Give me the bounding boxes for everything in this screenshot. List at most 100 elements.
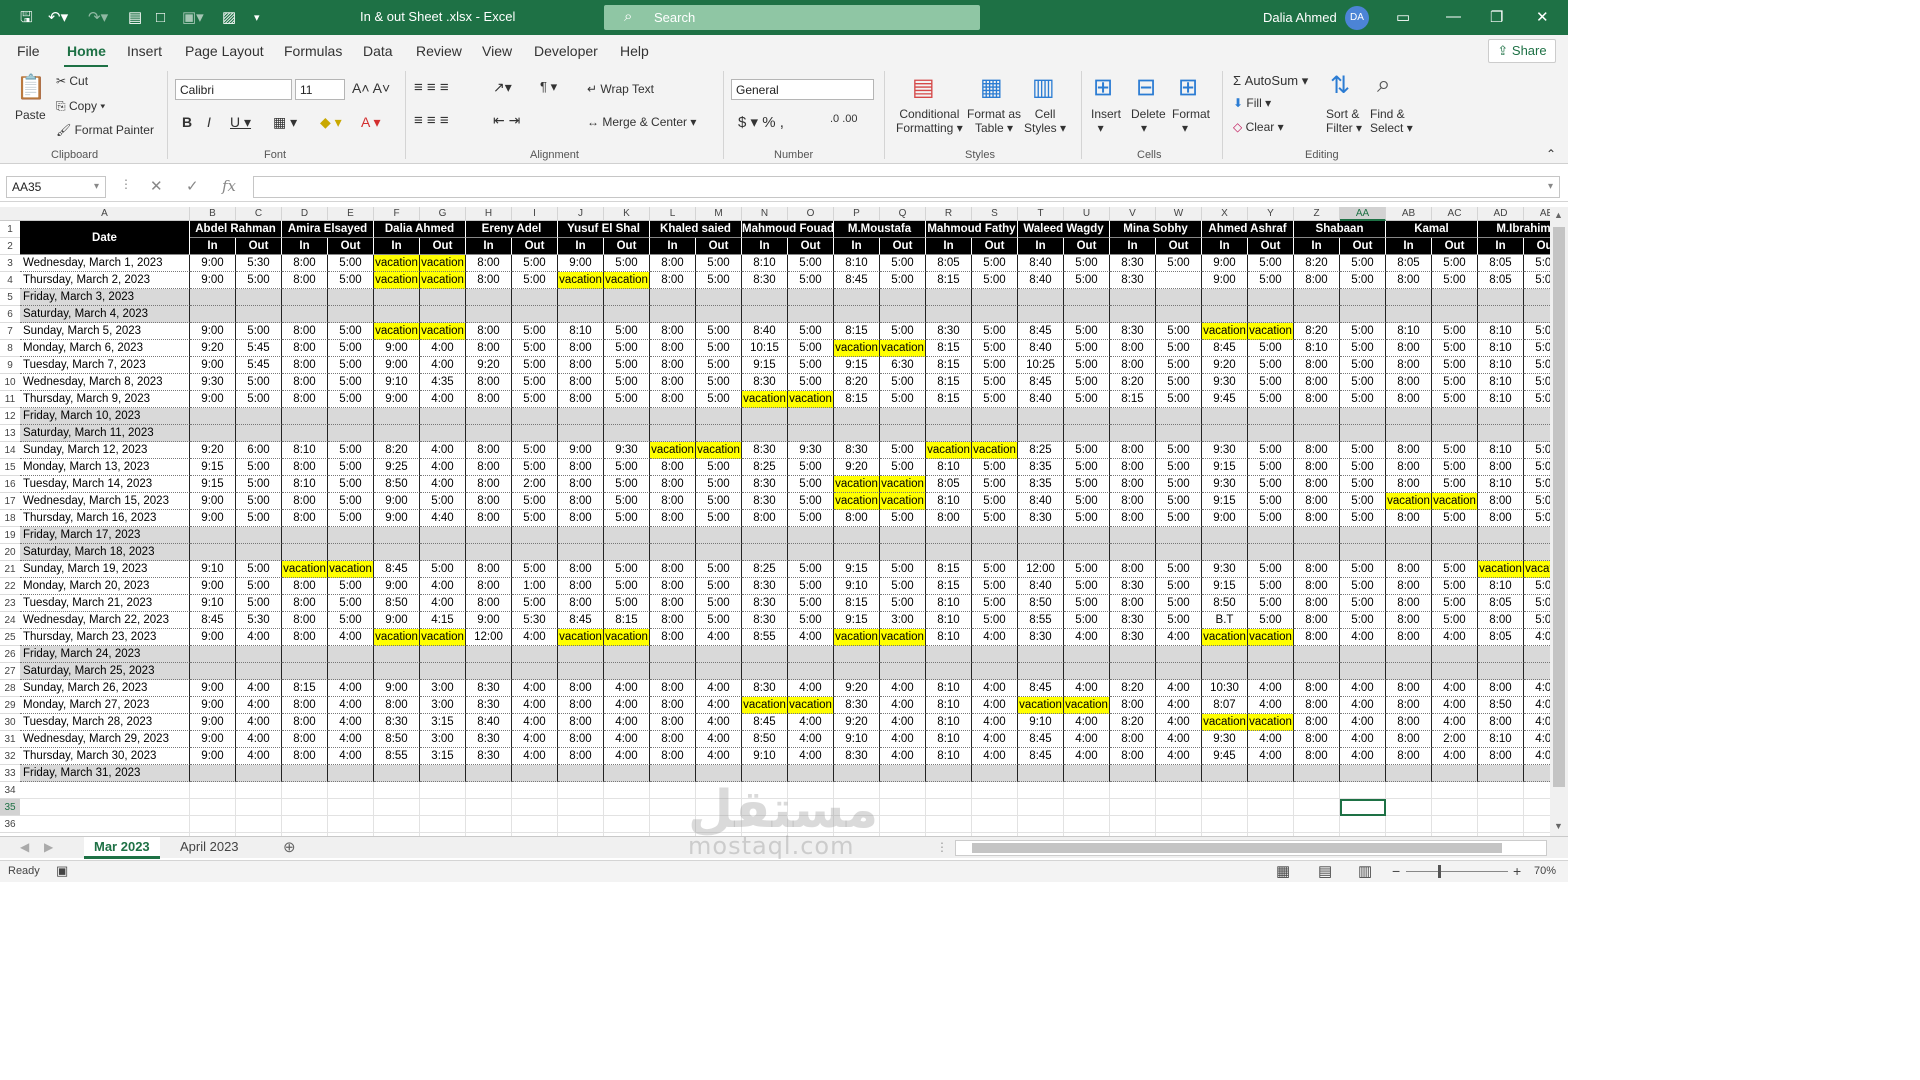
weekend-cell[interactable] <box>1156 646 1202 663</box>
time-cell[interactable]: 8:40 <box>1018 578 1064 595</box>
time-cell[interactable]: 5:00 <box>328 493 374 510</box>
time-cell[interactable]: vacation <box>1202 323 1248 340</box>
time-cell[interactable]: 4:00 <box>972 680 1018 697</box>
time-cell[interactable]: 5:00 <box>1064 510 1110 527</box>
time-cell[interactable]: 8:00 <box>1386 697 1432 714</box>
time-cell[interactable]: 10:30 <box>1202 680 1248 697</box>
time-cell[interactable]: 8:45 <box>1018 731 1064 748</box>
empty-cell[interactable] <box>1156 782 1202 799</box>
date-header-cell[interactable]: Date <box>20 221 190 255</box>
time-cell[interactable]: 5:00 <box>328 374 374 391</box>
time-cell[interactable]: 5:00 <box>1156 442 1202 459</box>
time-cell[interactable]: 5:00 <box>972 595 1018 612</box>
date-cell[interactable]: Thursday, March 30, 2023 <box>20 748 190 765</box>
time-cell[interactable]: 5:00 <box>972 510 1018 527</box>
time-cell[interactable]: 5:00 <box>696 374 742 391</box>
weekend-cell[interactable] <box>236 408 282 425</box>
time-cell[interactable]: 3:15 <box>420 714 466 731</box>
time-cell[interactable]: 8:00 <box>282 595 328 612</box>
time-cell[interactable]: 8:30 <box>374 714 420 731</box>
enter-icon[interactable]: ✓ <box>186 177 199 195</box>
time-cell[interactable]: 4:00 <box>1524 714 1550 731</box>
time-cell[interactable]: 5:00 <box>512 493 558 510</box>
time-cell[interactable]: 5:00 <box>1524 442 1550 459</box>
time-cell[interactable]: 3:00 <box>420 697 466 714</box>
empty-cell[interactable] <box>1294 816 1340 833</box>
share-button[interactable]: ⇪ Share <box>1488 39 1556 63</box>
time-cell[interactable]: 9:45 <box>1202 391 1248 408</box>
weekend-cell[interactable] <box>604 544 650 561</box>
time-cell[interactable]: 5:00 <box>1156 374 1202 391</box>
time-cell[interactable]: 8:30 <box>1110 255 1156 272</box>
time-cell[interactable]: 5:00 <box>604 493 650 510</box>
time-cell[interactable]: 9:20 <box>834 680 880 697</box>
time-cell[interactable]: 8:40 <box>1018 255 1064 272</box>
time-cell[interactable]: 8:00 <box>1110 561 1156 578</box>
time-cell[interactable]: 5:00 <box>1340 459 1386 476</box>
time-cell[interactable]: 8:00 <box>650 510 696 527</box>
time-cell[interactable]: 5:00 <box>512 357 558 374</box>
time-cell[interactable]: 8:00 <box>1386 374 1432 391</box>
row-header[interactable]: 4 <box>0 272 20 289</box>
row-header[interactable]: 33 <box>0 765 20 782</box>
date-cell[interactable]: Tuesday, March 14, 2023 <box>20 476 190 493</box>
time-cell[interactable]: vacation <box>1202 714 1248 731</box>
time-cell[interactable]: 8:00 <box>466 476 512 493</box>
time-cell[interactable]: vacation <box>558 272 604 289</box>
empty-cell[interactable] <box>558 799 604 816</box>
time-cell[interactable]: 4:00 <box>604 748 650 765</box>
orientation-icon[interactable]: ↗▾ <box>493 79 512 96</box>
empty-cell[interactable] <box>926 799 972 816</box>
time-cell[interactable]: 8:00 <box>282 697 328 714</box>
time-cell[interactable]: 5:30 <box>236 612 282 629</box>
time-cell[interactable]: 5:30 <box>236 255 282 272</box>
time-cell[interactable]: 5:00 <box>236 578 282 595</box>
weekend-cell[interactable] <box>1064 663 1110 680</box>
scroll-down-icon[interactable]: ▼ <box>1554 821 1563 831</box>
empty-cell[interactable] <box>1202 782 1248 799</box>
time-cell[interactable]: 5:00 <box>972 578 1018 595</box>
text-direction-icon[interactable]: ¶ ▾ <box>540 79 557 95</box>
zoom-slider[interactable] <box>1406 871 1508 872</box>
time-cell[interactable]: 5:00 <box>236 272 282 289</box>
time-cell[interactable] <box>1156 272 1202 289</box>
time-cell[interactable]: 8:35 <box>1018 459 1064 476</box>
time-cell[interactable]: 5:00 <box>788 272 834 289</box>
empty-cell[interactable] <box>512 799 558 816</box>
time-cell[interactable]: 8:00 <box>558 714 604 731</box>
date-cell[interactable]: Sunday, March 26, 2023 <box>20 680 190 697</box>
time-cell[interactable]: 5:00 <box>696 561 742 578</box>
weekend-cell[interactable] <box>190 663 236 680</box>
weekend-cell[interactable] <box>1248 425 1294 442</box>
time-cell[interactable]: 4:00 <box>420 595 466 612</box>
column-header-u[interactable]: U <box>1064 207 1110 221</box>
time-cell[interactable]: 8:50 <box>374 731 420 748</box>
time-cell[interactable]: 5:00 <box>1064 323 1110 340</box>
find-icon[interactable]: ⌕ <box>1377 71 1390 99</box>
weekend-cell[interactable] <box>1248 544 1294 561</box>
empty-cell[interactable] <box>604 799 650 816</box>
time-cell[interactable]: 1:00 <box>512 578 558 595</box>
weekend-cell[interactable] <box>1110 663 1156 680</box>
time-cell[interactable]: 9:30 <box>190 374 236 391</box>
time-cell[interactable]: 8:20 <box>1110 714 1156 731</box>
empty-cell[interactable] <box>20 799 190 816</box>
time-cell[interactable]: 5:00 <box>1064 612 1110 629</box>
row-header[interactable]: 16 <box>0 476 20 493</box>
date-cell[interactable]: Saturday, March 11, 2023 <box>20 425 190 442</box>
weekend-cell[interactable] <box>650 646 696 663</box>
time-cell[interactable]: 8:00 <box>1386 680 1432 697</box>
time-cell[interactable]: 8:00 <box>1386 561 1432 578</box>
time-cell[interactable]: 5:00 <box>972 323 1018 340</box>
restore-icon[interactable]: ❐ <box>1490 8 1503 26</box>
time-cell[interactable]: 4:00 <box>1156 680 1202 697</box>
time-cell[interactable]: 8:50 <box>1478 697 1524 714</box>
time-cell[interactable]: 5:00 <box>1064 442 1110 459</box>
weekend-cell[interactable] <box>512 408 558 425</box>
column-header-t[interactable]: T <box>1018 207 1064 221</box>
time-cell[interactable]: 8:00 <box>1110 442 1156 459</box>
time-cell[interactable]: 8:05 <box>926 255 972 272</box>
weekend-cell[interactable] <box>1524 306 1550 323</box>
weekend-cell[interactable] <box>1294 646 1340 663</box>
weekend-cell[interactable] <box>1064 425 1110 442</box>
